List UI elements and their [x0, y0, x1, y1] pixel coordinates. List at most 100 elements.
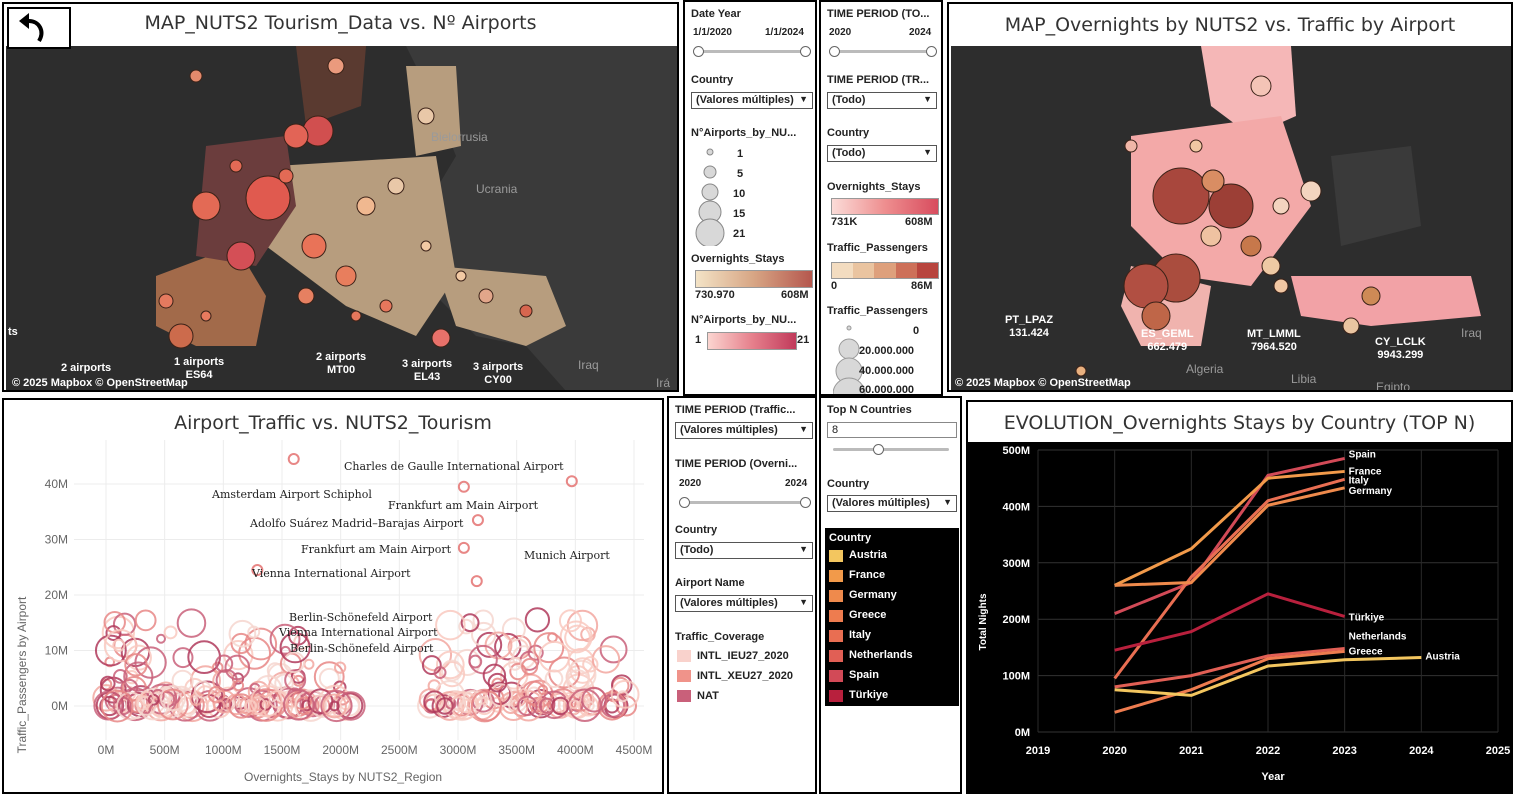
evolution-series-line[interactable]	[1114, 592, 1346, 652]
map1-bubble	[158, 293, 174, 309]
scatter-annotation: Munich Airport	[524, 549, 610, 562]
country-legend-swatch[interactable]	[829, 670, 843, 682]
airports-size-legend	[695, 148, 725, 246]
time-period-overnights-slider[interactable]	[679, 497, 811, 508]
map1-edge-label: ts	[8, 326, 18, 338]
map2-canvas[interactable]: Algeria Libia Egipto Iraq PT_LPAZ 131.424…	[951, 46, 1511, 390]
map2-bubble	[1250, 75, 1272, 97]
map1-bubble	[229, 159, 243, 173]
country-legend-swatch[interactable]	[829, 690, 843, 702]
coverage-swatch[interactable]	[677, 690, 691, 702]
scatter-y-tick: 30M	[45, 533, 68, 547]
scatter-point[interactable]	[134, 609, 157, 632]
time-period-traffic-2-select[interactable]: (Valores múltiples) ▼	[675, 422, 813, 439]
scatter-point[interactable]	[155, 633, 167, 644]
country-legend-swatch[interactable]	[829, 610, 843, 622]
map1-geo-label-iran: Irá	[656, 376, 671, 390]
time-period-overnights-max: 2024	[785, 478, 808, 489]
scatter-labeled-point[interactable]	[470, 575, 483, 588]
top-n-slider[interactable]	[833, 444, 949, 455]
evolution-series-line[interactable]	[1114, 456, 1345, 615]
overnights-color-2-min: 731K	[831, 216, 858, 228]
scatter-point[interactable]	[303, 658, 315, 670]
country-legend-swatch[interactable]	[829, 550, 843, 562]
scatter-labeled-point[interactable]	[457, 541, 470, 554]
evolution-title: EVOLUTION_Overnights Stays by Country (T…	[1003, 412, 1476, 434]
country-filter-label: Country	[691, 74, 734, 86]
back-button[interactable]	[7, 7, 71, 49]
country-legend-item[interactable]: Italy	[849, 629, 871, 641]
country-legend-swatch[interactable]	[829, 650, 843, 662]
evolution-end-label: Austria	[1425, 652, 1460, 663]
country-legend-swatch[interactable]	[829, 590, 843, 602]
map1-bubble	[168, 323, 194, 349]
country-legend-item[interactable]: Austria	[849, 549, 887, 561]
overnights-color-min: 730.970	[695, 289, 735, 301]
evolution-y-tick: 0M	[1015, 727, 1030, 739]
scatter-y-tick: 0M	[51, 699, 68, 713]
chevron-down-icon: ▼	[799, 94, 808, 104]
evolution-panel: EVOLUTION_Overnights Stays by Country (T…	[966, 400, 1513, 794]
traffic-size-item: 60.000.000	[859, 384, 915, 396]
map2-attribution[interactable]: © 2025 Mapbox © OpenStreetMap	[955, 377, 1131, 389]
scatter-labeled-point[interactable]	[457, 480, 470, 493]
date-year-min: 1/1/2020	[693, 27, 732, 38]
coverage-swatch[interactable]	[677, 650, 691, 662]
time-period-traffic-select[interactable]: (Todo) ▼	[827, 92, 937, 109]
country-legend-item[interactable]: Netherlands	[849, 649, 913, 661]
time-period-total-slider[interactable]	[829, 46, 937, 57]
date-year-slider[interactable]	[693, 46, 811, 57]
map2-bubble	[1261, 256, 1281, 276]
coverage-item[interactable]: NAT	[697, 690, 719, 702]
country-legend-item[interactable]: Greece	[849, 609, 886, 621]
country-legend-item[interactable]: Türkiye	[849, 689, 888, 701]
coverage-swatch[interactable]	[677, 670, 691, 682]
scatter-y-tick: 20M	[45, 588, 68, 602]
scatter-point[interactable]	[566, 609, 599, 642]
evolution-x-tick: 2020	[1102, 745, 1126, 757]
map1-circles[interactable]	[6, 46, 677, 391]
map2-bubble	[1124, 139, 1138, 153]
country-legend-swatch[interactable]	[829, 570, 843, 582]
scatter-labeled-point[interactable]	[471, 514, 484, 527]
evolution-x-tick: 2021	[1179, 745, 1203, 757]
scatter-panel: Airport_Traffic vs. NUTS2_Tourism 0M 500M…	[2, 398, 664, 794]
map1-bubble	[200, 310, 212, 322]
country-legend-item[interactable]: France	[849, 569, 885, 581]
map1-geo-label-ukraine: Ucrania	[476, 182, 518, 196]
traffic-size-item: 40.000.000	[859, 365, 915, 377]
map2-point-label: ES_GEML 662.479	[1141, 328, 1194, 353]
scatter-point[interactable]	[176, 608, 207, 638]
country-legend-item[interactable]: Spain	[849, 669, 879, 681]
scatter-point[interactable]	[163, 625, 178, 640]
country-filter-2-select[interactable]: (Todo) ▼	[827, 145, 937, 162]
map1-canvas[interactable]: Bielorrusia Ucrania Iraq Irá ts 2 airpor…	[6, 46, 677, 391]
coverage-item[interactable]: INTL_XEU27_2020	[697, 670, 793, 682]
country-legend-swatch[interactable]	[829, 630, 843, 642]
map2-bubble	[1272, 197, 1290, 215]
filters-panel-4: Top N Countries 8 Country (Valores múlti…	[819, 396, 962, 794]
map1-attribution[interactable]: © 2025 Mapbox © OpenStreetMap	[12, 377, 188, 389]
airport-name-select[interactable]: (Valores múltiples) ▼	[675, 595, 813, 612]
evolution-line-chart[interactable]: 0M 100M 200M 300M 400M 500M 2019 2020 2021 2022 20…	[968, 442, 1511, 792]
scatter-point[interactable]	[421, 655, 442, 676]
map1-point-label: 2 airports MT00	[316, 351, 367, 376]
country-legend-item[interactable]: Germany	[849, 589, 897, 601]
country-filter-4-select[interactable]: (Valores múltiples) ▼	[827, 495, 957, 512]
country-filter-3-select[interactable]: (Todo) ▼	[675, 542, 813, 559]
evolution-y-axis-label: Total Nights	[978, 593, 989, 650]
evolution-series-line[interactable]	[1113, 477, 1346, 680]
coverage-item[interactable]: INTL_IEU27_2020	[697, 650, 789, 662]
scatter-annotation: Vienna International Airport	[278, 626, 438, 639]
map2-point-label: MT_LMML 7964.520	[1247, 328, 1301, 353]
scatter-plot[interactable]: 0M 500M 1000M 1500M 2000M 2500M 3000M 3500M 4000…	[4, 400, 662, 792]
time-period-overnights-min: 2020	[679, 478, 702, 489]
scatter-point[interactable]	[524, 607, 551, 633]
map2-bubble	[1075, 365, 1087, 377]
top-n-input[interactable]: 8	[827, 422, 957, 438]
scatter-labeled-point[interactable]	[287, 453, 300, 466]
top-n-label: Top N Countries	[827, 404, 912, 416]
country-filter-select[interactable]: (Valores múltiples) ▼	[691, 92, 813, 109]
evolution-series-line[interactable]	[1114, 486, 1346, 587]
evolution-y-tick: 200M	[1002, 614, 1030, 626]
